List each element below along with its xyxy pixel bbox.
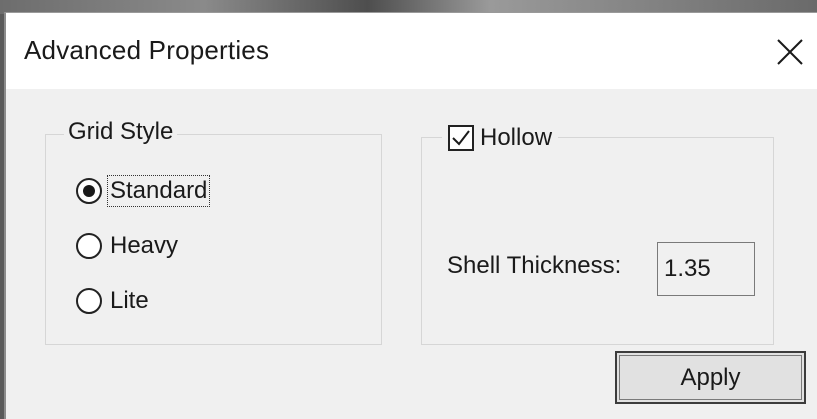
radio-button-heavy[interactable]	[76, 233, 102, 259]
radio-label-standard: Standard	[106, 175, 211, 207]
window-title: Advanced Properties	[24, 35, 270, 65]
hollow-checkbox[interactable]	[448, 125, 474, 151]
close-icon	[777, 39, 803, 65]
advanced-properties-dialog: Advanced Properties Grid Style Standard …	[4, 12, 817, 419]
radio-label-lite: Lite	[110, 287, 149, 314]
grid-style-group: Grid Style Standard Heavy Lite	[45, 118, 382, 345]
apply-button[interactable]: Apply	[615, 351, 806, 404]
shell-thickness-input[interactable]	[657, 242, 755, 296]
radio-label-heavy: Heavy	[110, 232, 179, 259]
radio-standard[interactable]: Standard	[76, 173, 211, 209]
apply-button-label: Apply	[619, 355, 802, 400]
hollow-checkbox-row[interactable]: Hollow	[442, 120, 559, 156]
hollow-label: Hollow	[480, 124, 553, 151]
radio-heavy[interactable]: Heavy	[76, 228, 180, 264]
checkmark-icon	[452, 130, 470, 146]
radio-button-standard[interactable]	[76, 178, 102, 204]
radio-button-lite[interactable]	[76, 288, 102, 314]
radio-selected-dot	[83, 185, 95, 197]
radio-lite[interactable]: Lite	[76, 283, 151, 319]
grid-style-label: Grid Style	[64, 118, 178, 146]
hollow-group: Hollow Shell Thickness:	[421, 120, 774, 345]
close-button[interactable]	[769, 31, 811, 73]
title-bar[interactable]: Advanced Properties	[6, 13, 817, 89]
shell-thickness-label: Shell Thickness:	[447, 252, 622, 279]
